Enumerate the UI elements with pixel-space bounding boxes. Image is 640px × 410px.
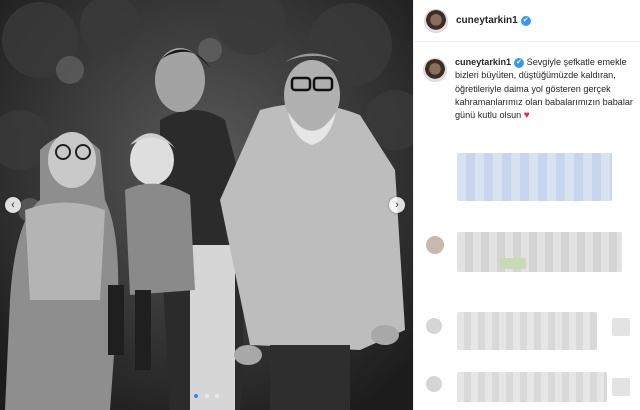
blurred-avatar — [426, 318, 442, 334]
avatar[interactable] — [424, 8, 448, 33]
carousel-prev-button[interactable]: ‹ — [5, 197, 21, 213]
verified-badge-icon: ✔ — [520, 15, 531, 26]
header-username[interactable]: cuneytarkin1 — [456, 15, 518, 26]
post-caption: cuneytarkin1 ✔ Sevgiyle şefkatle emekle b… — [423, 56, 633, 122]
carousel-dot-active — [194, 394, 199, 398]
blurred-emoji — [500, 258, 526, 269]
blurred-like-icon — [612, 378, 630, 396]
post-photo[interactable]: ‹ › — [0, 0, 413, 410]
blurred-avatar — [426, 376, 442, 392]
carousel-dot — [204, 394, 209, 398]
verified-badge-icon: ✔ — [514, 57, 525, 68]
instagram-post-view: ‹ › cuneytarkin1 ✔ cuneytarkin1 ✔ Sevgiyl… — [0, 0, 640, 410]
caption-text: cuneytarkin1 ✔ Sevgiyle şefkatle emekle b… — [455, 56, 633, 122]
blurred-comment — [457, 372, 607, 402]
blurred-avatar — [426, 236, 444, 254]
blurred-comment — [457, 232, 622, 272]
family-photo-illustration — [0, 0, 413, 410]
heart-icon: ♥ — [523, 110, 530, 122]
caption-avatar[interactable] — [423, 58, 447, 82]
blurred-comment — [457, 312, 597, 350]
carousel-next-button[interactable]: › — [389, 197, 405, 213]
carousel-dots — [0, 385, 413, 403]
carousel-dot — [214, 394, 219, 398]
blurred-like-icon — [612, 318, 630, 336]
caption-username[interactable]: cuneytarkin1 — [455, 57, 511, 67]
post-header: cuneytarkin1 ✔ — [414, 0, 640, 42]
blurred-comment — [457, 153, 612, 201]
